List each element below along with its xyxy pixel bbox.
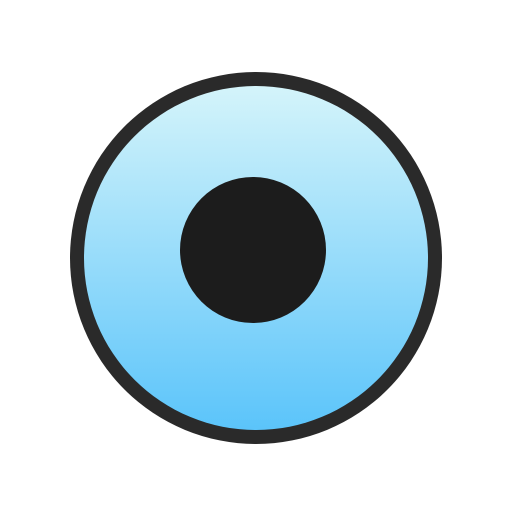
icon-canvas: [0, 0, 512, 512]
center-dot: [180, 177, 326, 323]
radio-button-selected-icon[interactable]: [0, 0, 512, 512]
